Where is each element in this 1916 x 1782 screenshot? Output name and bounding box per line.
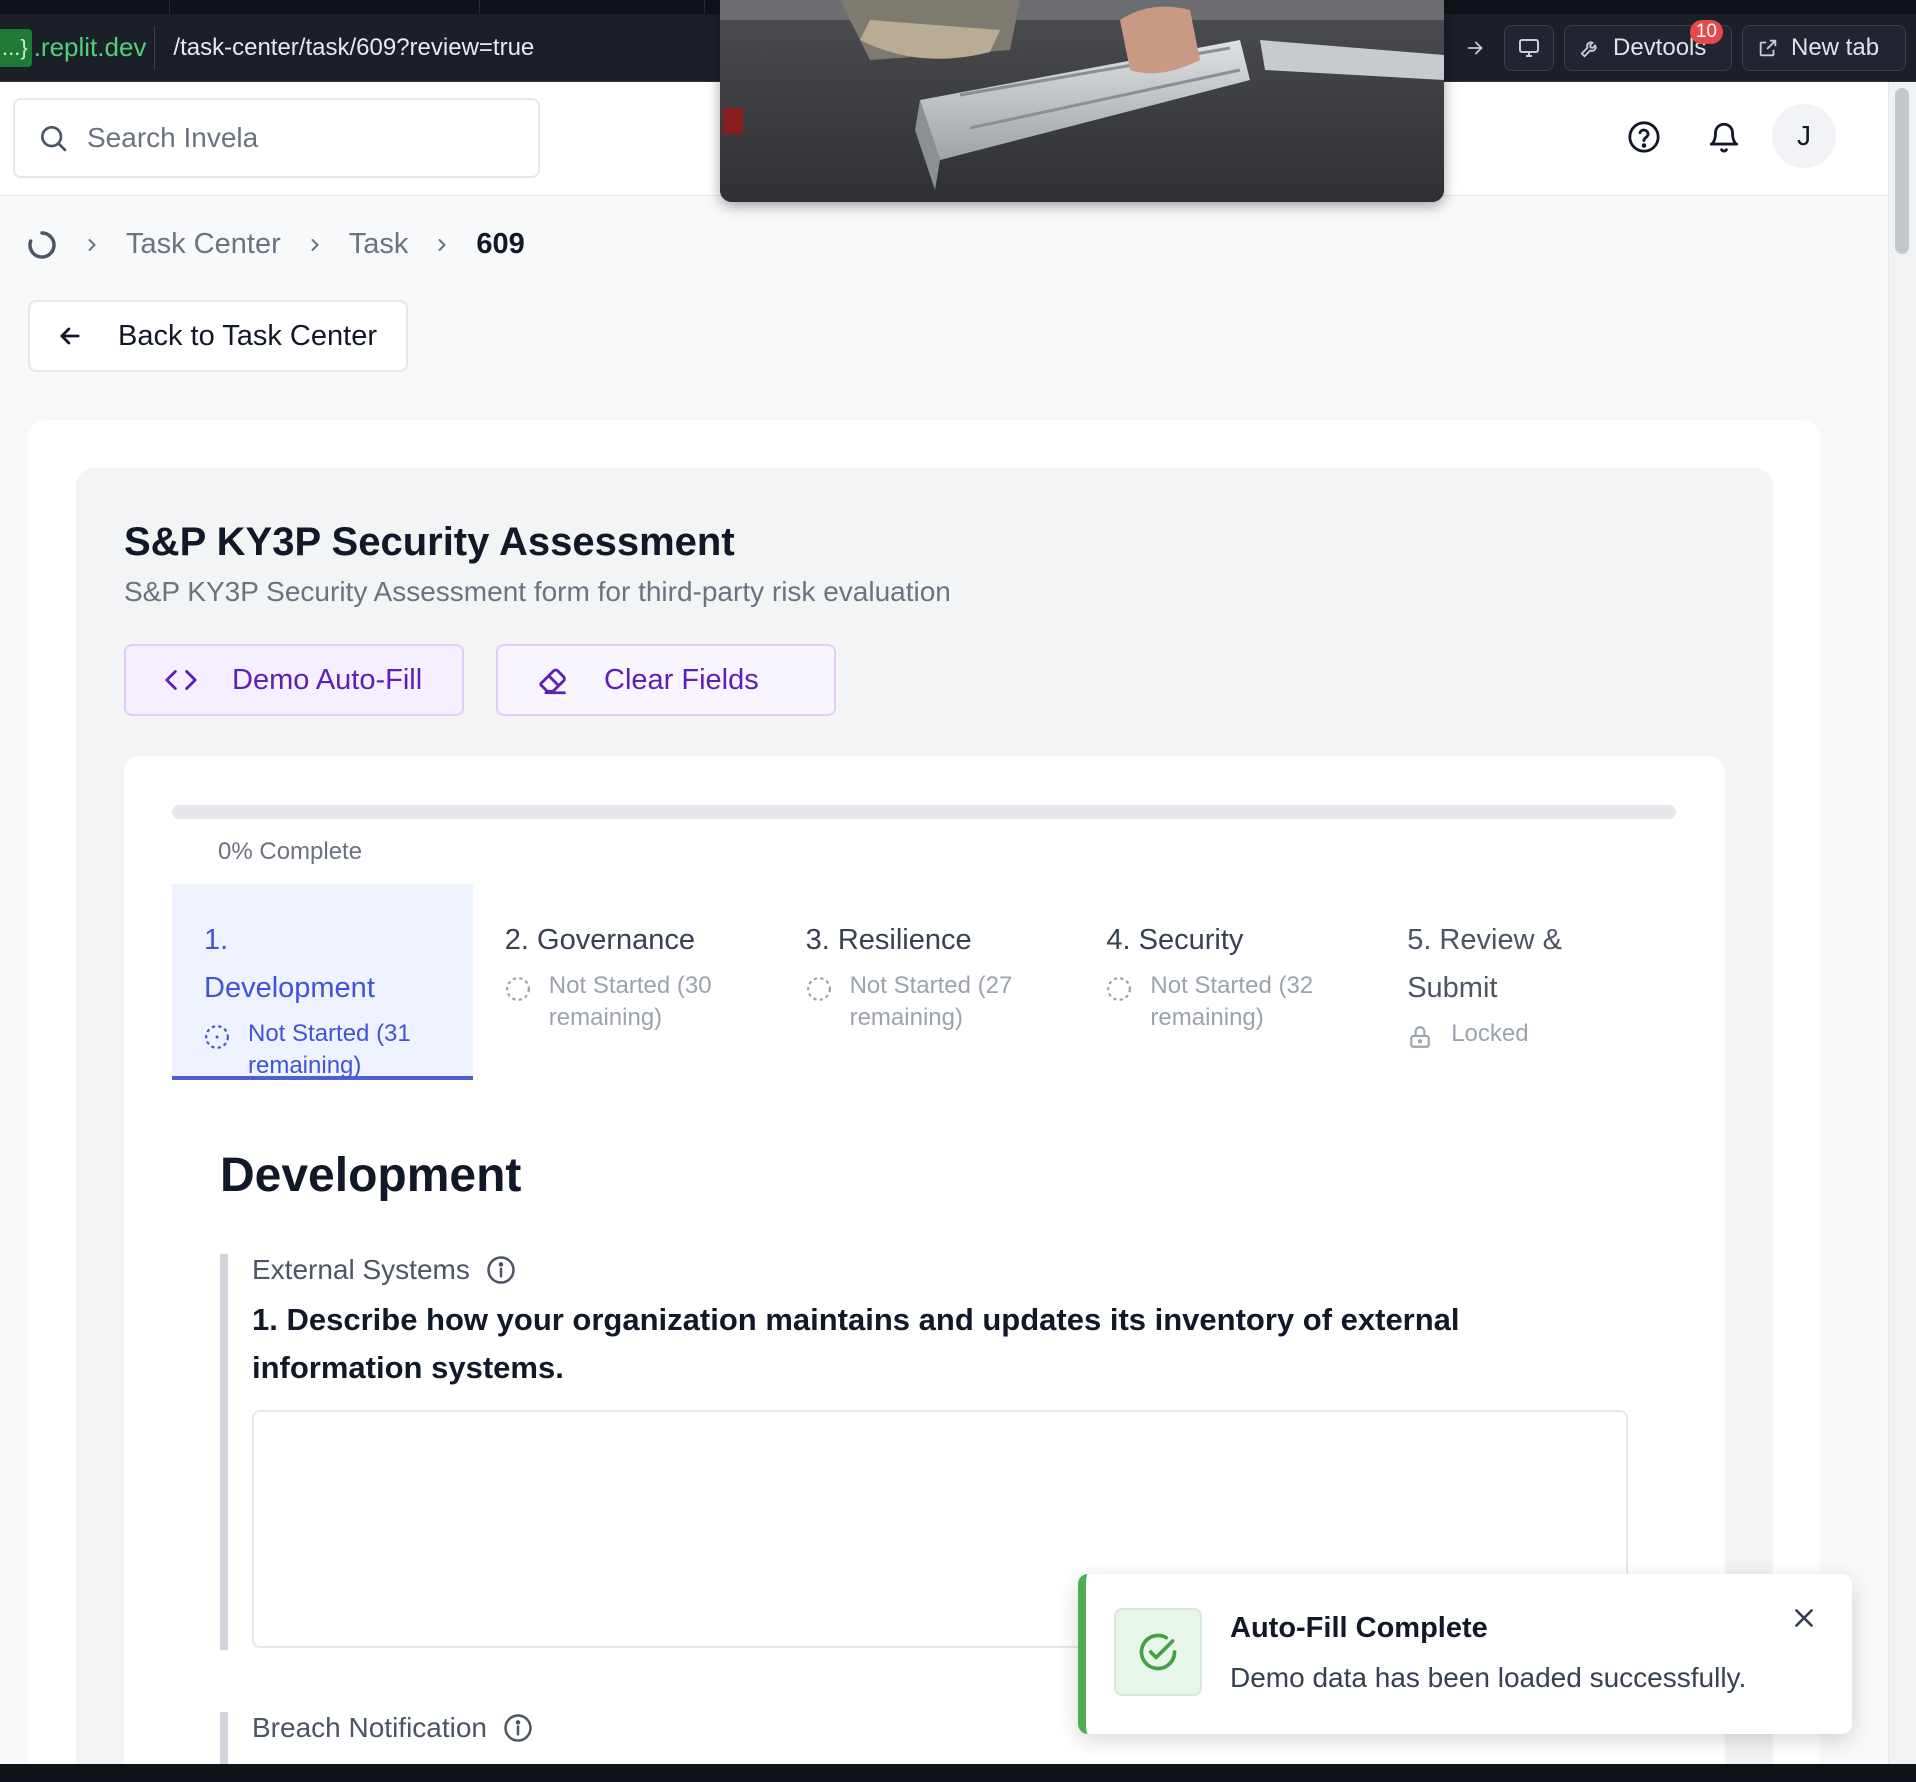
breadcrumb: Task Center Task 609 <box>26 228 525 261</box>
status-not-started-icon <box>505 977 530 1001</box>
scrollbar-thumb[interactable] <box>1895 88 1909 254</box>
arrow-right-icon <box>1467 41 1483 55</box>
page-scrollbar[interactable] <box>1888 82 1916 1764</box>
url-host-domain: .replit.dev <box>33 32 147 62</box>
tab-resilience[interactable]: 3. Resilience Not Started (27 remaining) <box>774 884 1075 1080</box>
bell-icon <box>1709 122 1739 153</box>
success-toast: Auto-Fill Complete Demo data has been lo… <box>1078 1574 1852 1734</box>
section-title: Development <box>220 1149 522 1202</box>
video-frame-image <box>720 0 1444 202</box>
step-status: Not Started (30 remaining) <box>505 970 774 1034</box>
back-to-task-center-button[interactable]: Back to Task Center <box>28 300 408 372</box>
demo-autofill-button[interactable]: Demo Auto-Fill <box>124 644 464 716</box>
devtools-button[interactable]: Devtools 10 <box>1564 20 1732 71</box>
status-not-started-icon <box>806 977 831 1001</box>
eraser-icon <box>539 668 566 695</box>
clear-fields-label: Clear Fields <box>604 663 759 696</box>
step-status-text: Not Started (32 remaining) <box>1150 972 1314 1031</box>
progress-bar <box>172 805 1676 819</box>
tab-governance[interactable]: 2. Governance Not Started (30 remaining) <box>473 884 774 1080</box>
device-preview-button[interactable] <box>1504 25 1554 71</box>
toast-close-button[interactable] <box>1788 1602 1820 1634</box>
code-icon <box>165 670 197 690</box>
home-logo-icon[interactable] <box>26 229 58 261</box>
status-in-progress-icon <box>205 1025 229 1049</box>
new-tab-button[interactable]: New tab <box>1742 25 1906 71</box>
lock-icon <box>1410 1026 1430 1048</box>
window-bottom-edge <box>0 1764 1916 1782</box>
arrow-left-icon <box>60 327 80 345</box>
question-category: Breach Notification <box>252 1712 488 1743</box>
step-status: Not Started (27 remaining) <box>806 970 1075 1034</box>
toast-message: Demo data has been loaded successfully. <box>1230 1662 1747 1693</box>
help-circle-icon <box>1628 121 1660 153</box>
notifications-button[interactable] <box>1697 110 1751 164</box>
toast-icon-container <box>1114 1608 1202 1696</box>
step-status-text: Locked <box>1451 1020 1529 1047</box>
forward-button[interactable] <box>1456 25 1494 71</box>
step-status: Not Started (31 remaining) <box>204 1018 473 1082</box>
info-icon[interactable] <box>486 1255 516 1285</box>
question-text: 1. Describe how your organization mainta… <box>252 1302 1460 1385</box>
step-title: 4. Security <box>1106 924 1244 956</box>
step-status-text: Not Started (30 remaining) <box>548 972 712 1031</box>
section-stepper: 1. Development Not Started (31 remaining… <box>172 884 1676 1080</box>
url-host-tag: ...} <box>0 28 32 67</box>
search-input[interactable] <box>87 122 507 154</box>
info-icon[interactable] <box>503 1713 533 1743</box>
step-status-text: Not Started (27 remaining) <box>849 972 1013 1031</box>
question-category: External Systems <box>252 1254 470 1285</box>
step-title: 1. Development <box>204 924 375 1004</box>
chevron-right-icon <box>438 238 447 251</box>
check-circle-icon <box>1139 1633 1177 1671</box>
url-host[interactable]: ...} .replit.dev <box>0 25 155 70</box>
status-not-started-icon <box>1107 977 1132 1001</box>
step-title: 3. Resilience <box>805 924 972 956</box>
form-title: S&P KY3P Security Assessment <box>124 520 735 564</box>
new-tab-label: New tab <box>1791 34 1880 61</box>
help-button[interactable] <box>1617 110 1671 164</box>
step-status: Locked <box>1407 1018 1676 1050</box>
url-path[interactable]: /task-center/task/609?review=true <box>154 25 534 70</box>
close-icon <box>1795 1609 1813 1627</box>
chevron-right-icon <box>88 238 96 251</box>
tab-review-submit: 5. Review & Submit Locked <box>1375 884 1676 1080</box>
devtools-error-badge: 10 <box>1689 20 1723 44</box>
step-title: 5. Review & Submit <box>1407 924 1562 1004</box>
wrench-icon <box>1580 41 1597 58</box>
user-avatar[interactable]: J <box>1772 104 1836 168</box>
external-link-icon <box>1759 39 1777 57</box>
browser-actions: Devtools 10 New tab <box>1456 14 1916 82</box>
chevron-right-icon <box>311 238 319 251</box>
tab-security[interactable]: 4. Security Not Started (32 remaining) <box>1074 884 1375 1080</box>
step-status: Not Started (32 remaining) <box>1106 970 1375 1034</box>
form-subtitle: S&P KY3P Security Assessment form for th… <box>124 576 951 607</box>
monitor-icon <box>1519 39 1539 57</box>
step-status-text: Not Started (31 remaining) <box>248 1020 411 1079</box>
search-icon <box>41 125 67 152</box>
breadcrumb-task-center[interactable]: Task Center <box>126 228 281 261</box>
tab-development[interactable]: 1. Development Not Started (31 remaining… <box>172 884 473 1080</box>
question-label-row: External Systems <box>252 1254 1640 1286</box>
step-title: 2. Governance <box>504 924 696 956</box>
back-button-label: Back to Task Center <box>118 319 377 352</box>
search-bar[interactable] <box>13 98 540 178</box>
clear-fields-button[interactable]: Clear Fields <box>496 644 836 716</box>
demo-autofill-label: Demo Auto-Fill <box>232 663 423 696</box>
picture-in-picture-video[interactable] <box>720 0 1444 202</box>
progress-label: 0% Complete <box>218 838 363 865</box>
breadcrumb-task[interactable]: Task <box>349 228 409 261</box>
toast-title: Auto-Fill Complete <box>1230 1612 1488 1644</box>
breadcrumb-current: 609 <box>476 228 525 260</box>
